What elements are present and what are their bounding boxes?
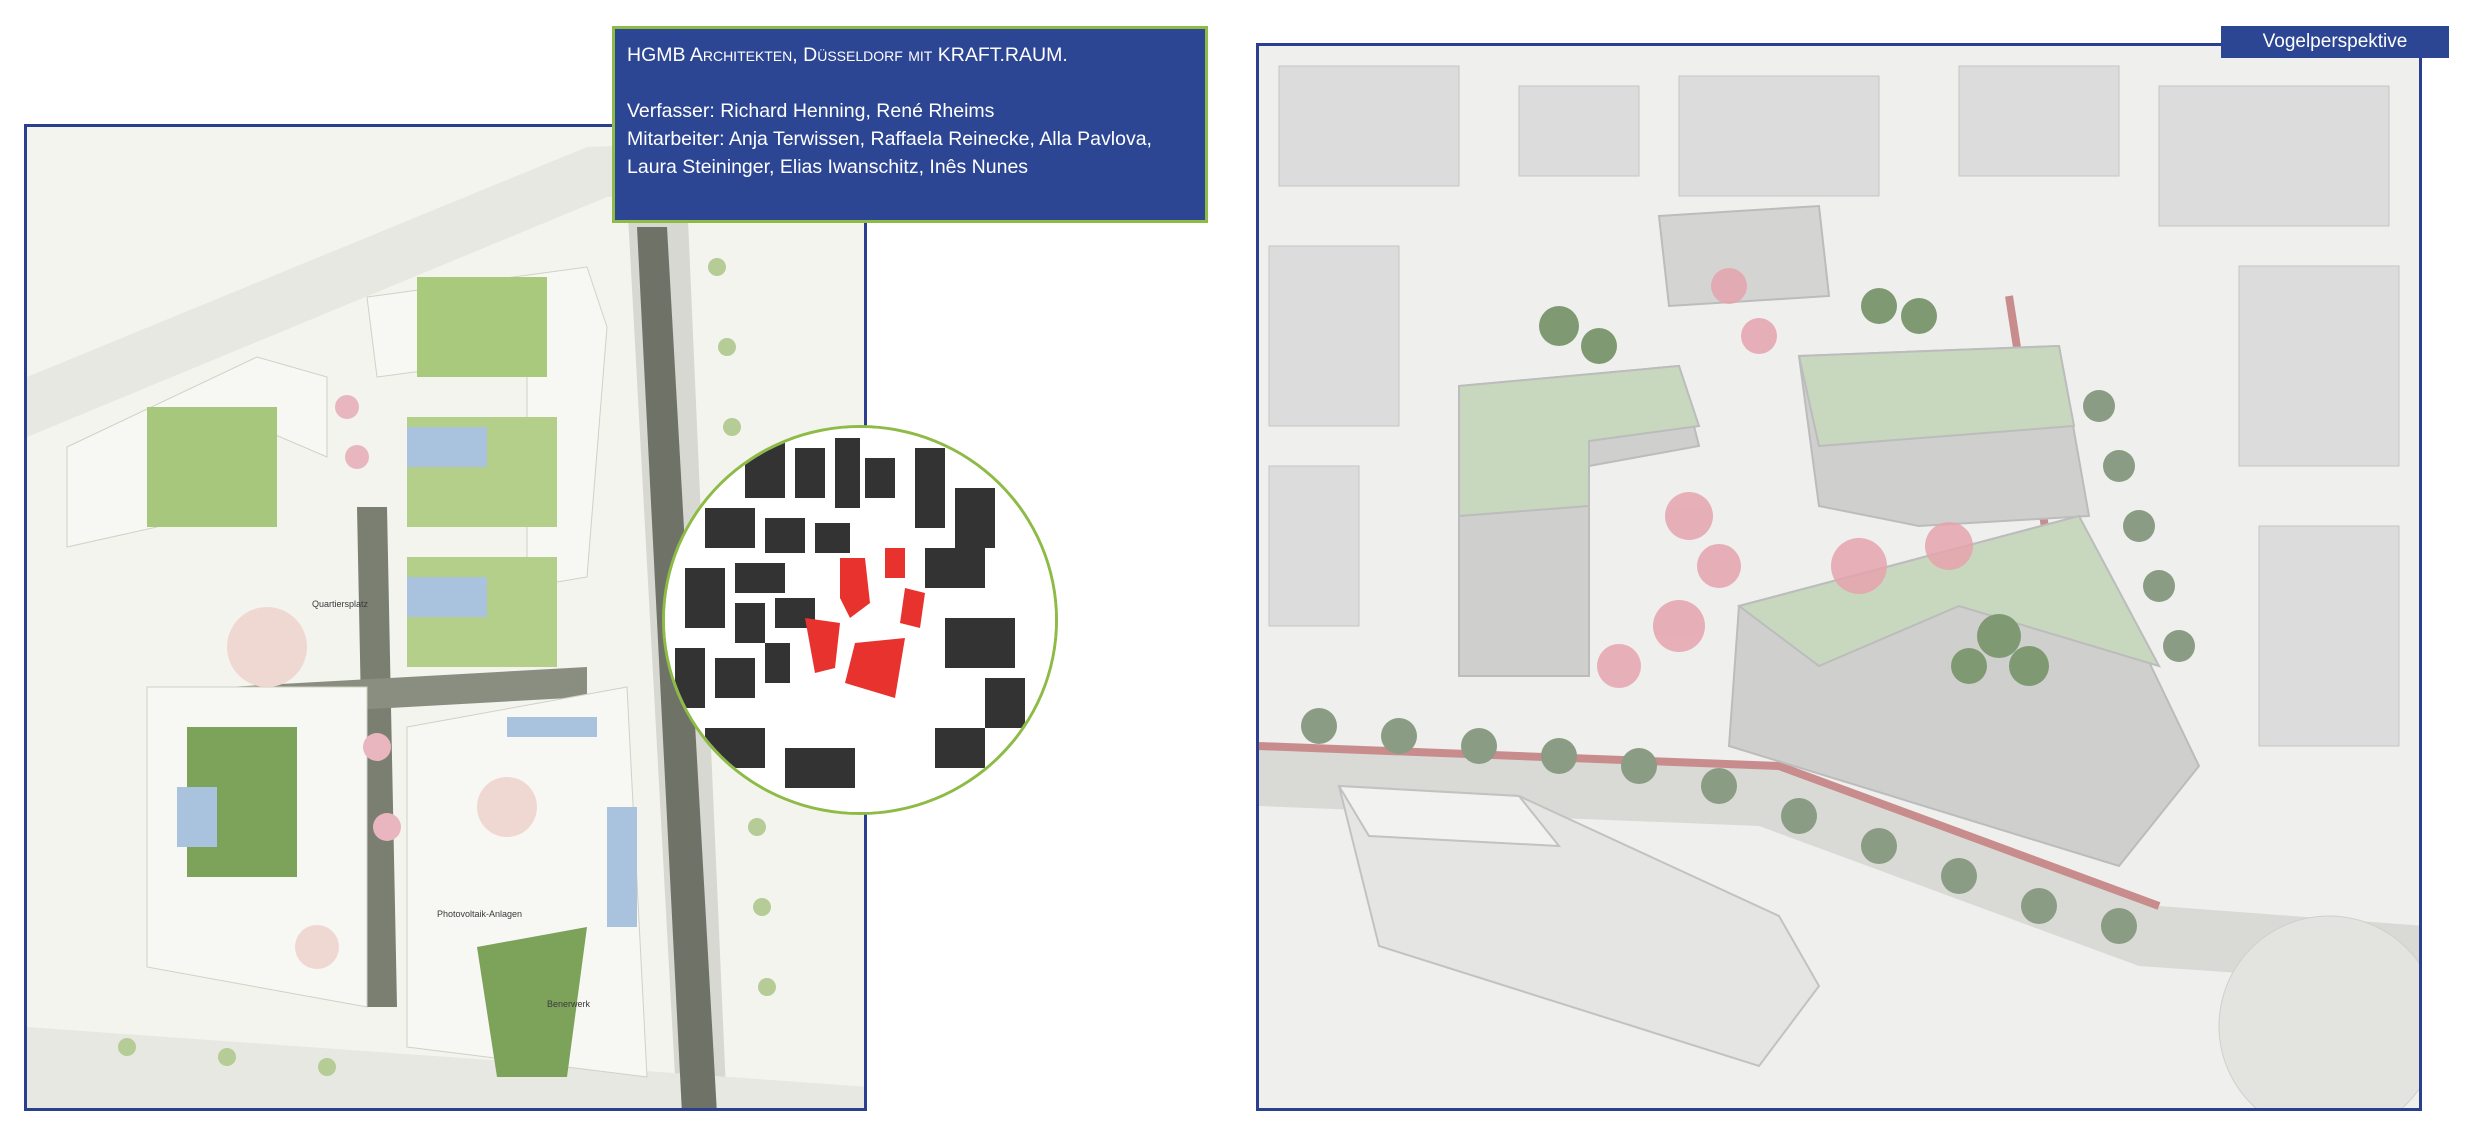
credits-authors: Verfasser: Richard Henning, René Rheims (627, 100, 995, 122)
credits-title: HGMB Architekten, Düsseldorf mit KRAFT.R… (627, 44, 1068, 66)
credits-staff-line-1: Mitarbeiter: Anja Terwissen, Raffaela Re… (627, 128, 1152, 150)
svg-text:Benerwerk: Benerwerk (547, 999, 591, 1009)
credits-staff-line-2: Laura Steininger, Elias Iwanschitz, Inês… (627, 156, 1029, 178)
credits-box: HGMB Architekten, Düsseldorf mit KRAFT.R… (612, 26, 1208, 223)
figure-ground-inset (662, 425, 1058, 815)
aerial-view-frame (1256, 43, 2422, 1111)
aerial-view-label: Vogelperspektive (2221, 26, 2449, 58)
svg-text:Photovoltaik-Anlagen: Photovoltaik-Anlagen (437, 909, 522, 919)
figure-ground-map (665, 428, 1055, 812)
aerial-rendering (1259, 46, 2419, 1108)
svg-text:Quartiersplatz: Quartiersplatz (312, 599, 369, 609)
